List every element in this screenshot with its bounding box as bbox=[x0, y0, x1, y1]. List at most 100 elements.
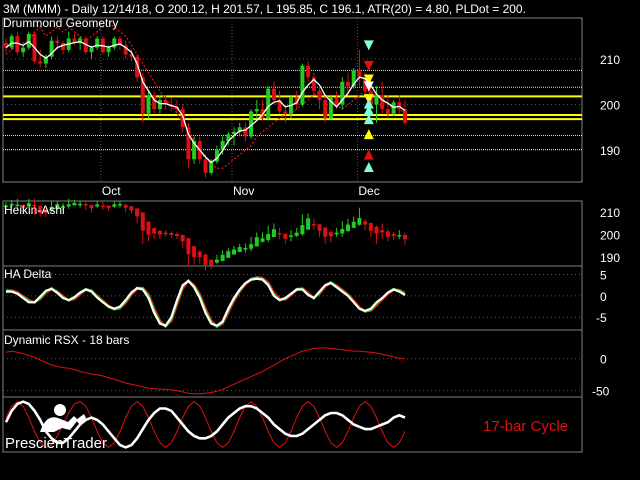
ha-body bbox=[163, 232, 168, 235]
ha-body bbox=[294, 232, 299, 236]
logo-figure-icon bbox=[40, 404, 86, 432]
candle-body bbox=[317, 90, 322, 100]
rsx-line bbox=[5, 347, 406, 395]
signal-marker bbox=[363, 149, 374, 160]
y-tick-label: -5 bbox=[596, 311, 607, 325]
signal-marker bbox=[363, 161, 374, 172]
candle-body bbox=[266, 88, 271, 119]
ha-body bbox=[89, 204, 94, 209]
x-tick-label: Dec bbox=[358, 184, 379, 198]
candle-body bbox=[346, 81, 350, 87]
ha-body bbox=[169, 233, 174, 235]
ha-body bbox=[271, 229, 276, 238]
ha-body bbox=[328, 232, 333, 237]
ha-body bbox=[243, 248, 248, 250]
candle-body bbox=[306, 65, 311, 78]
ha-delta-line bbox=[6, 277, 406, 328]
y-tick-label: 0 bbox=[600, 290, 607, 304]
chart-canvas: Oct Nov Dec19020021019020021050-50-50 3M (… bbox=[2, 2, 620, 453]
x-tick-label: Nov bbox=[233, 184, 254, 198]
candle-body bbox=[374, 95, 379, 105]
panel-title-ha-delta: HA Delta bbox=[4, 267, 52, 281]
candle-body bbox=[334, 97, 339, 105]
ha-body bbox=[220, 254, 225, 262]
ha-body bbox=[146, 221, 151, 235]
candle-body bbox=[283, 111, 288, 114]
ha-body bbox=[157, 230, 162, 235]
ha-body bbox=[374, 226, 379, 234]
y-tick-label: 5 bbox=[600, 269, 607, 283]
candle-body bbox=[146, 95, 151, 114]
signal-marker bbox=[363, 60, 374, 71]
ha-delta-line bbox=[5, 276, 406, 329]
ha-body bbox=[72, 202, 77, 206]
candle-body bbox=[300, 65, 305, 105]
ha-body bbox=[363, 221, 368, 225]
chart-header-title: 3M (MMM) - Daily 12/14/18, O 200.12, H 2… bbox=[3, 2, 526, 16]
candle-body bbox=[271, 88, 276, 100]
ha-body bbox=[380, 230, 385, 233]
candle-body bbox=[106, 47, 111, 53]
ha-body bbox=[289, 235, 293, 237]
ha-body bbox=[140, 212, 145, 231]
ha-body bbox=[391, 234, 396, 237]
candle-body bbox=[26, 33, 31, 48]
ha-body bbox=[209, 259, 214, 266]
ha-body bbox=[311, 224, 316, 226]
ha-body bbox=[186, 238, 191, 255]
candle-body bbox=[89, 47, 94, 53]
ha-body bbox=[249, 244, 254, 249]
signal-marker bbox=[363, 129, 374, 140]
panel-frame bbox=[2, 265, 583, 331]
panel-frames bbox=[2, 17, 583, 453]
y-tick-label: 200 bbox=[600, 99, 620, 113]
ha-body bbox=[357, 218, 362, 225]
ha-body bbox=[118, 204, 122, 206]
ha-body bbox=[175, 234, 179, 237]
ha-body bbox=[346, 224, 350, 232]
ha-body bbox=[129, 206, 134, 211]
ha-body bbox=[277, 233, 282, 235]
ha-body bbox=[112, 204, 117, 207]
ha-body bbox=[323, 227, 328, 237]
ha-body bbox=[306, 218, 311, 230]
panel-title-heikin-ashi: Heikin-Ashi bbox=[4, 203, 65, 217]
x-tick-label: Oct bbox=[102, 184, 121, 198]
ha-body bbox=[83, 203, 88, 206]
logo-text: PrescienTrader bbox=[5, 435, 107, 452]
ha-body bbox=[260, 238, 265, 242]
panel-frame bbox=[2, 200, 583, 267]
ha-body bbox=[266, 234, 271, 241]
ha-body bbox=[180, 235, 185, 242]
ha-body bbox=[78, 203, 83, 206]
ha-body bbox=[226, 251, 231, 258]
candle-body bbox=[391, 102, 396, 114]
candle-body bbox=[380, 95, 385, 110]
ha-body bbox=[203, 254, 208, 265]
y-tick-label: -50 bbox=[592, 385, 610, 399]
ha-body bbox=[237, 246, 242, 253]
ha-body bbox=[351, 221, 356, 228]
ha-body bbox=[368, 222, 373, 231]
ha-body bbox=[283, 233, 288, 239]
candle-body bbox=[55, 40, 60, 44]
candle-body bbox=[357, 70, 362, 78]
ha-body bbox=[317, 224, 322, 231]
y-tick-label: 190 bbox=[600, 251, 620, 265]
y-tick-label: 210 bbox=[600, 53, 620, 67]
panel-title-dynamic-rsx: Dynamic RSX - 18 bars bbox=[4, 333, 129, 347]
candle-body bbox=[323, 100, 328, 119]
candle-body bbox=[157, 100, 162, 110]
ha-body bbox=[192, 246, 197, 258]
cycle-label: 17-bar Cycle bbox=[483, 418, 568, 435]
ha-body bbox=[123, 204, 128, 208]
ha-body bbox=[135, 208, 140, 217]
y-tick-label: 210 bbox=[600, 206, 620, 220]
ha-body bbox=[300, 225, 305, 235]
y-tick-label: 200 bbox=[600, 229, 620, 243]
ha-body bbox=[254, 237, 259, 247]
signal-marker bbox=[363, 40, 374, 51]
candle-body bbox=[254, 109, 259, 112]
ha-body bbox=[66, 204, 71, 207]
candle-body bbox=[38, 61, 43, 64]
